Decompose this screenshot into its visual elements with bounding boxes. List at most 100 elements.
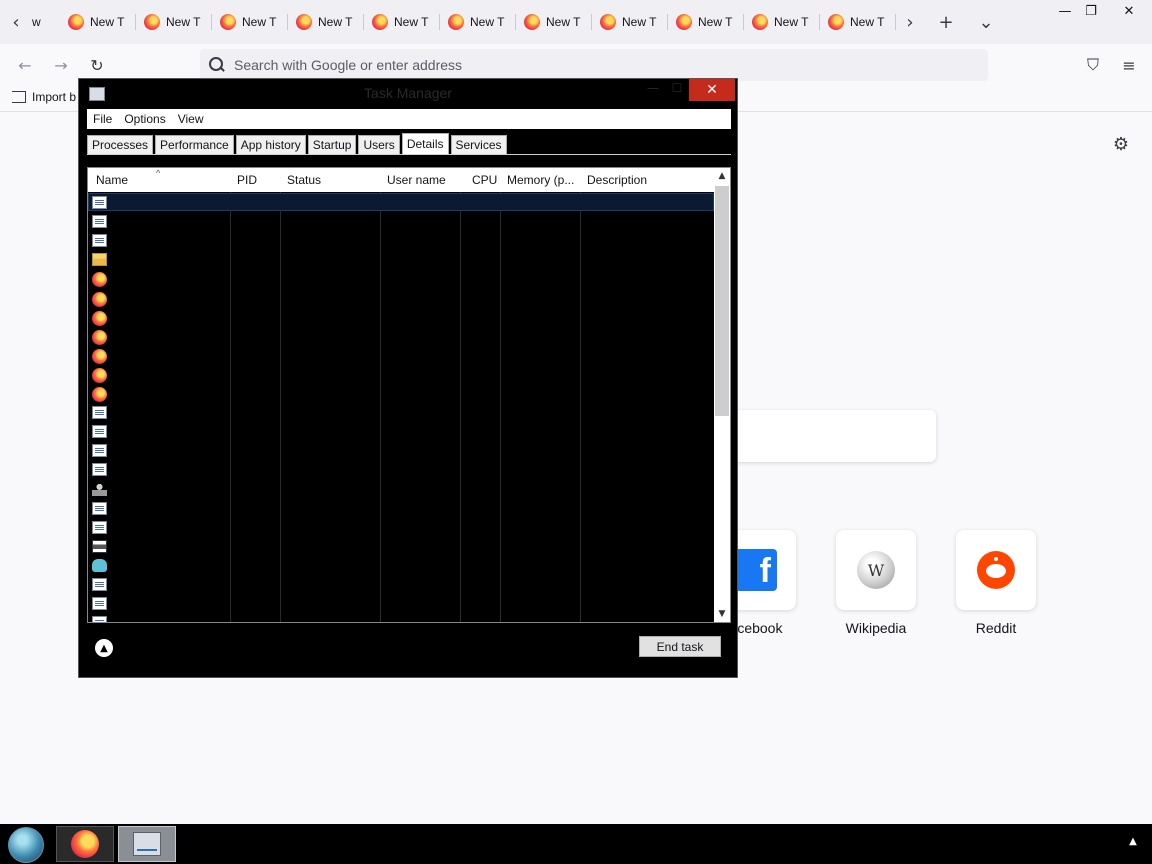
tm-maximize-button[interactable]: ☐ [663, 81, 691, 103]
tm-close-button[interactable]: ✕ [689, 79, 735, 101]
browser-tab[interactable]: New T [62, 6, 136, 38]
app-menu-button[interactable]: ≡ [1116, 52, 1142, 78]
tab-label: New T [546, 15, 581, 29]
browser-tab[interactable]: New T [594, 6, 668, 38]
process-row[interactable] [88, 232, 714, 250]
scrollbar-thumb[interactable] [715, 186, 729, 416]
browser-tab[interactable]: New T [138, 6, 212, 38]
tab-separator [515, 14, 516, 30]
firefox-icon [676, 14, 692, 30]
list-all-tabs-button[interactable]: ⌄ [972, 8, 1000, 36]
process-row[interactable] [88, 251, 714, 269]
process-row[interactable] [88, 442, 714, 460]
shortcut-wikipedia[interactable]: W [836, 530, 916, 610]
firefox-icon [448, 14, 464, 30]
firefox-process-icon [92, 367, 107, 383]
tab-processes[interactable]: Processes [87, 135, 154, 155]
tab-details[interactable]: Details [401, 133, 449, 155]
process-row[interactable] [88, 270, 714, 288]
process-row[interactable] [88, 385, 714, 403]
minimize-icon: — [1058, 3, 1072, 19]
browser-tab[interactable]: New T [442, 6, 516, 38]
tab-separator [211, 14, 212, 30]
process-row[interactable] [88, 366, 714, 384]
task-manager-window: Task Manager — ☐ ✕ File Options View Pro… [78, 78, 738, 678]
column-header-memory[interactable]: Memory (p... [507, 173, 574, 187]
taskbar-task-manager-button[interactable] [118, 826, 176, 862]
browser-tab[interactable]: New T [746, 6, 820, 38]
process-row[interactable] [88, 538, 714, 556]
column-header-pid[interactable]: PID [237, 173, 257, 187]
browser-tab[interactable]: New T [214, 6, 288, 38]
search-icon [208, 56, 226, 74]
browser-tab[interactable]: New T [366, 6, 440, 38]
process-row[interactable] [88, 595, 714, 613]
customize-new-tab-button[interactable]: ⚙ [1110, 133, 1132, 155]
column-header-status[interactable]: Status [287, 173, 321, 187]
restore-button[interactable]: ❐ [1074, 0, 1108, 22]
plus-icon: + [938, 11, 954, 33]
arrow-left-icon: ← [18, 55, 32, 75]
import-bookmarks-button[interactable]: Import b [12, 90, 76, 104]
column-header-user-name[interactable]: User name [387, 173, 446, 187]
chevron-left-icon: ‹ [12, 11, 20, 33]
column-header-cpu[interactable]: CPU [472, 173, 497, 187]
process-row[interactable] [88, 213, 714, 231]
import-bookmarks-label: Import b [32, 90, 77, 104]
close-icon: ✕ [706, 82, 718, 98]
shortcut-reddit[interactable] [956, 530, 1036, 610]
menu-file[interactable]: File [87, 112, 118, 126]
shortcut-reddit-label: Reddit [975, 620, 1017, 636]
process-row[interactable] [88, 481, 714, 499]
process-row[interactable] [88, 614, 714, 622]
tab-services[interactable]: Services [450, 135, 507, 155]
process-row[interactable] [88, 328, 714, 346]
process-row[interactable] [88, 500, 714, 518]
show-hidden-icons-button[interactable]: ▲ [1126, 834, 1140, 848]
process-row[interactable] [88, 290, 714, 308]
end-task-button[interactable]: End task [639, 636, 721, 657]
process-row[interactable] [88, 423, 714, 441]
forward-button[interactable]: → [48, 52, 74, 78]
browser-tab[interactable]: New T [290, 6, 364, 38]
browser-tab[interactable]: New T [670, 6, 744, 38]
column-header-description[interactable]: Description [587, 173, 647, 187]
process-row[interactable] [88, 347, 714, 365]
address-input[interactable] [234, 57, 934, 73]
process-row[interactable] [88, 576, 714, 594]
menu-view[interactable]: View [172, 112, 210, 126]
vertical-scrollbar[interactable]: ▲ ▼ [714, 168, 730, 622]
back-button[interactable]: ← [12, 52, 38, 78]
new-tab-button[interactable]: + [932, 8, 960, 36]
process-row[interactable] [88, 309, 714, 327]
reload-button[interactable]: ↻ [84, 52, 110, 78]
scroll-up-arrow-icon[interactable]: ▲ [714, 168, 730, 184]
taskbar-firefox-button[interactable] [56, 826, 114, 862]
scroll-tabs-right-button[interactable]: › [896, 8, 924, 36]
browser-tab[interactable]: New T [518, 6, 592, 38]
address-bar[interactable] [200, 49, 988, 81]
task-manager-titlebar[interactable]: Task Manager — ☐ ✕ [79, 79, 737, 107]
process-row[interactable] [88, 461, 714, 479]
import-icon [12, 91, 26, 103]
process-row[interactable] [88, 557, 714, 575]
start-button[interactable] [8, 827, 44, 863]
tab-partial[interactable]: w [26, 6, 52, 38]
tab-performance[interactable]: Performance [155, 135, 234, 155]
tab-separator [363, 14, 364, 30]
pocket-button[interactable]: ⛉ [1080, 52, 1106, 78]
column-header-name[interactable]: Name [96, 173, 128, 187]
task-manager-icon [133, 832, 161, 856]
process-row[interactable] [88, 519, 714, 537]
fewer-details-button[interactable]: ▲ [95, 639, 113, 657]
process-row[interactable] [88, 404, 714, 422]
tab-users[interactable]: Users [358, 135, 400, 155]
tab-separator [439, 14, 440, 30]
process-row[interactable] [88, 194, 714, 212]
scroll-down-arrow-icon[interactable]: ▼ [714, 606, 730, 622]
tab-startup[interactable]: Startup [307, 135, 357, 155]
menu-options[interactable]: Options [118, 112, 171, 126]
tab-app-history[interactable]: App history [235, 135, 306, 155]
browser-tab[interactable]: New T [822, 6, 896, 38]
close-window-button[interactable]: ✕ [1112, 0, 1146, 22]
